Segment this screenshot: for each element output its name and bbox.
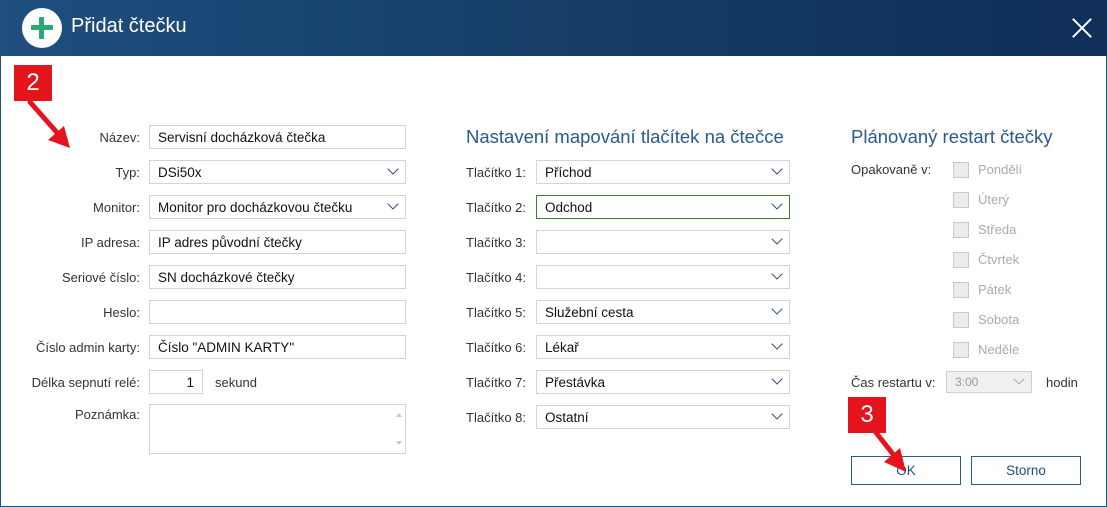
button6-label: Tlačítko 6: bbox=[466, 340, 526, 355]
restart-title: Plánovaný restart čtečky bbox=[851, 126, 1053, 147]
day-label-sunday: Neděle bbox=[978, 342, 1020, 357]
button8-value: Ostatní bbox=[545, 410, 589, 425]
password-input[interactable] bbox=[149, 300, 406, 324]
button8-label: Tlačítko 8: bbox=[466, 410, 526, 425]
day-label-friday: Pátek bbox=[978, 282, 1012, 297]
chevron-down-icon bbox=[771, 338, 783, 350]
button5-label: Tlačítko 5: bbox=[466, 305, 526, 320]
scroll-up-icon[interactable] bbox=[396, 413, 402, 417]
button2-select[interactable]: Odchod bbox=[536, 195, 790, 219]
button7-label: Tlačítko 7: bbox=[466, 375, 526, 390]
monitor-label: Monitor: bbox=[93, 200, 140, 215]
type-label: Typ: bbox=[115, 165, 140, 180]
chevron-down-icon bbox=[771, 163, 783, 175]
button5-select[interactable]: Služební cesta bbox=[536, 300, 790, 324]
checkbox-sunday[interactable] bbox=[953, 342, 969, 358]
chevron-down-icon bbox=[771, 373, 783, 385]
name-input[interactable]: Servisní docházková čtečka bbox=[149, 125, 406, 149]
chevron-down-icon bbox=[387, 198, 399, 210]
relay-unit: sekund bbox=[215, 375, 257, 390]
button4-select[interactable] bbox=[536, 265, 790, 289]
restart-time-label: Čas restartu v: bbox=[851, 375, 936, 390]
checkbox-friday[interactable] bbox=[953, 282, 969, 298]
chevron-down-icon bbox=[771, 198, 783, 210]
monitor-select[interactable]: Monitor pro docházkovou čtečku bbox=[149, 195, 406, 219]
mapping-title: Nastavení mapování tlačítek na čtečce bbox=[466, 126, 784, 147]
chevron-down-icon bbox=[771, 268, 783, 280]
serial-label: Seriové číslo: bbox=[61, 270, 140, 285]
type-select-value: DSi50x bbox=[158, 165, 202, 180]
restart-time-value: 3:00 bbox=[955, 375, 979, 389]
chevron-down-icon bbox=[771, 303, 783, 315]
cancel-button[interactable]: Storno bbox=[971, 456, 1081, 485]
checkbox-saturday[interactable] bbox=[953, 312, 969, 328]
day-label-tuesday: Úterý bbox=[978, 192, 1010, 207]
day-label-saturday: Sobota bbox=[978, 312, 1020, 327]
button5-value: Služební cesta bbox=[545, 305, 634, 320]
annotation-badge-2: 2 bbox=[14, 65, 52, 101]
button1-label: Tlačítko 1: bbox=[466, 165, 526, 180]
button4-label: Tlačítko 4: bbox=[466, 270, 526, 285]
checkbox-tuesday[interactable] bbox=[953, 192, 969, 208]
relay-input[interactable]: 1 bbox=[149, 370, 203, 394]
monitor-select-value: Monitor pro docházkovou čtečku bbox=[158, 200, 353, 215]
admin-card-label: Číslo admin karty: bbox=[35, 340, 140, 355]
window-title: Přidat čtečku bbox=[71, 15, 187, 37]
checkbox-wednesday[interactable] bbox=[953, 222, 969, 238]
button1-value: Příchod bbox=[545, 165, 592, 180]
button3-select[interactable] bbox=[536, 230, 790, 254]
button2-value: Odchod bbox=[545, 200, 593, 215]
ip-input[interactable]: IP adres původní čtečky bbox=[149, 230, 406, 254]
password-label: Heslo: bbox=[103, 305, 140, 320]
day-label-wednesday: Středa bbox=[978, 222, 1017, 237]
annotation-arrow-3 bbox=[871, 428, 906, 472]
plus-circle-icon bbox=[22, 8, 62, 48]
restart-time-unit: hodin bbox=[1046, 375, 1078, 390]
restart-time-select[interactable]: 3:00 bbox=[946, 371, 1032, 393]
note-label: Poznámka: bbox=[74, 407, 140, 422]
button2-label: Tlačítko 2: bbox=[466, 200, 526, 215]
repeat-label: Opakovaně v: bbox=[851, 162, 932, 177]
close-icon[interactable] bbox=[1068, 14, 1096, 42]
title-bar: Přidat čtečku bbox=[0, 0, 1107, 56]
button6-select[interactable]: Lékař bbox=[536, 335, 790, 359]
chevron-down-icon bbox=[771, 233, 783, 245]
chevron-down-icon bbox=[387, 163, 399, 175]
button3-label: Tlačítko 3: bbox=[466, 235, 526, 250]
chevron-down-icon bbox=[771, 408, 783, 420]
note-textarea[interactable] bbox=[149, 404, 406, 454]
relay-label: Délka sepnutí relé: bbox=[31, 375, 140, 390]
type-select[interactable]: DSi50x bbox=[149, 160, 406, 184]
checkbox-monday[interactable] bbox=[953, 162, 969, 178]
button7-value: Přestávka bbox=[545, 375, 606, 390]
ip-label: IP adresa: bbox=[80, 235, 140, 250]
annotation-arrow-2 bbox=[27, 99, 70, 148]
button1-select[interactable]: Příchod bbox=[536, 160, 790, 184]
scroll-down-icon[interactable] bbox=[396, 441, 402, 445]
chevron-down-icon bbox=[1013, 373, 1025, 385]
serial-input[interactable]: SN docházkové čtečky bbox=[149, 265, 406, 289]
button6-value: Lékař bbox=[545, 340, 579, 355]
admin-card-input[interactable]: Číslo "ADMIN KARTY" bbox=[149, 335, 406, 359]
button8-select[interactable]: Ostatní bbox=[536, 405, 790, 429]
checkbox-thursday[interactable] bbox=[953, 252, 969, 268]
day-label-thursday: Čtvrtek bbox=[978, 252, 1020, 267]
button7-select[interactable]: Přestávka bbox=[536, 370, 790, 394]
day-label-monday: Pondělí bbox=[978, 162, 1023, 177]
